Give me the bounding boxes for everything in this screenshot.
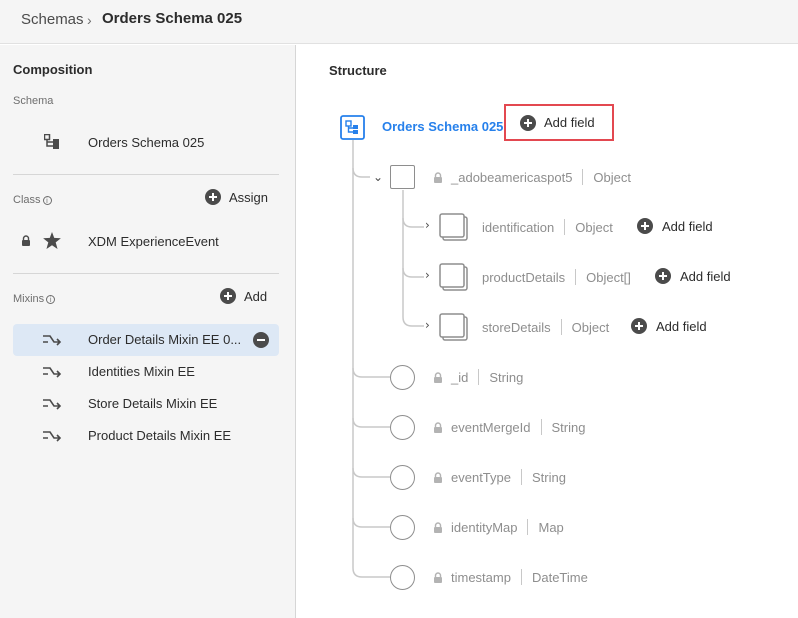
add-circle-icon <box>637 218 653 234</box>
field-row[interactable]: identityMap Map <box>433 519 564 535</box>
field-name: _id <box>451 369 469 385</box>
chevron-right-icon[interactable]: › <box>425 268 430 282</box>
field-row[interactable]: storeDetails Object <box>482 319 609 335</box>
lock-icon <box>434 521 442 533</box>
leaf-node-icon <box>390 465 415 490</box>
leaf-node-icon <box>390 515 415 540</box>
field-type: Object[] <box>586 269 631 285</box>
lock-icon <box>434 471 442 483</box>
leaf-node-icon <box>390 365 415 390</box>
schema-root-name[interactable]: Orders Schema 025 <box>382 119 503 134</box>
lock-icon <box>434 171 442 183</box>
divider <box>527 519 529 535</box>
field-name: storeDetails <box>482 319 551 335</box>
divider <box>520 569 522 585</box>
lock-icon <box>434 571 442 583</box>
field-name: _adobeamericaspot5 <box>451 169 573 185</box>
divider <box>560 319 562 335</box>
add-field-label: Add field <box>680 268 731 284</box>
add-field-label: Add field <box>656 318 707 334</box>
field-name: eventType <box>451 469 511 485</box>
field-row[interactable]: eventMergeId String <box>433 419 585 435</box>
chevron-right-icon[interactable]: › <box>425 318 430 332</box>
object-stack-icon <box>439 313 468 341</box>
lock-icon <box>434 421 442 433</box>
field-name: productDetails <box>482 269 566 285</box>
field-name: eventMergeId <box>451 419 531 435</box>
lock-icon <box>434 371 442 383</box>
add-circle-icon <box>520 114 536 131</box>
field-type: DateTime <box>531 569 588 585</box>
field-name: identityMap <box>451 519 518 535</box>
field-row[interactable]: timestamp DateTime <box>433 569 588 585</box>
field-type: Object <box>575 219 613 235</box>
field-type: Object <box>593 169 631 185</box>
field-type: String <box>489 369 524 385</box>
chevron-right-icon[interactable]: › <box>425 218 430 232</box>
object-stack-icon <box>439 213 468 241</box>
divider <box>575 269 577 285</box>
add-circle-icon <box>655 268 671 284</box>
field-row[interactable]: eventType String <box>433 469 566 485</box>
field-row[interactable]: productDetails Object[] <box>482 269 631 285</box>
object-node-icon <box>390 165 415 189</box>
add-field-label: Add field <box>662 218 713 234</box>
object-stack-icon <box>439 263 468 291</box>
field-row[interactable]: identification Object <box>482 219 613 235</box>
schema-root-icon <box>340 115 365 140</box>
leaf-node-icon <box>390 415 415 440</box>
divider <box>478 369 480 385</box>
add-field-button[interactable]: Add field <box>631 318 707 334</box>
divider <box>521 469 522 485</box>
add-circle-icon <box>631 318 647 334</box>
field-row[interactable]: _id String <box>433 369 523 385</box>
field-row[interactable]: _adobeamericaspot5 Object <box>433 169 631 185</box>
field-name: timestamp <box>451 569 511 585</box>
add-field-button[interactable]: Add field <box>637 218 713 234</box>
leaf-node-icon <box>390 565 415 590</box>
field-type: Object <box>571 319 610 335</box>
chevron-down-icon[interactable]: ⌄ <box>373 170 383 184</box>
field-type: Map <box>538 519 564 535</box>
field-type: String <box>551 419 586 435</box>
field-name: identification <box>482 219 555 235</box>
add-field-button[interactable]: Add field <box>655 268 731 284</box>
field-type: String <box>532 469 566 485</box>
add-field-label: Add field <box>544 115 595 130</box>
divider <box>540 419 542 435</box>
divider <box>582 169 584 185</box>
root-add-field-button[interactable]: Add field <box>504 104 614 141</box>
divider <box>564 219 566 235</box>
